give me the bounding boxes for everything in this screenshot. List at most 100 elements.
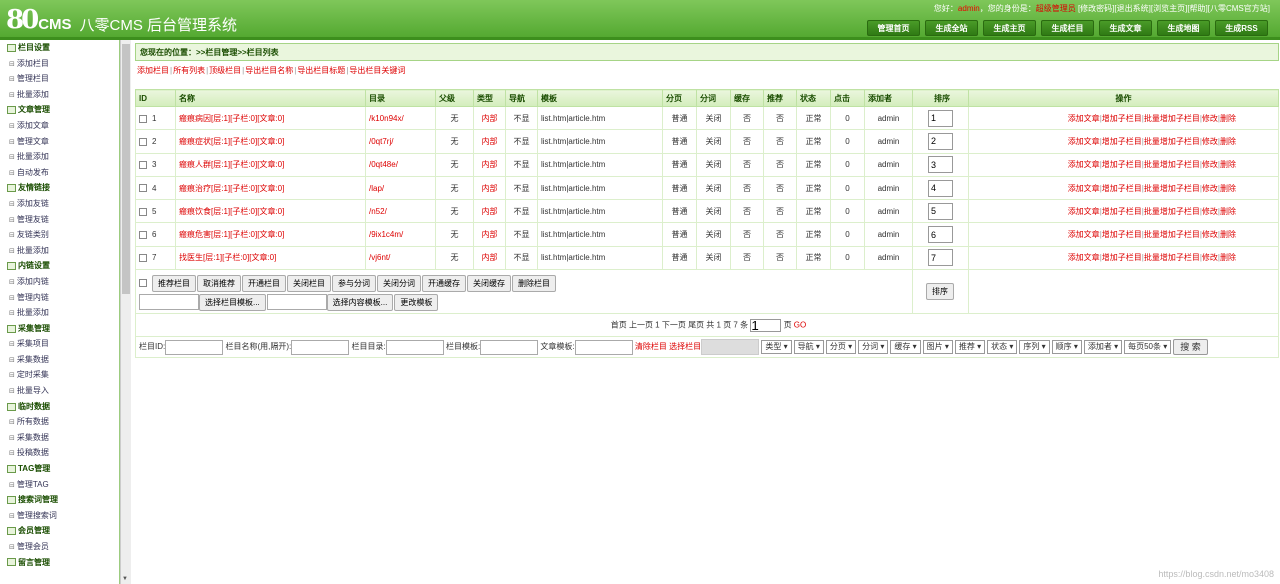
add-subcolumn-link[interactable]: 增加子栏目	[1102, 137, 1142, 146]
nav-generate-site[interactable]: 生成全站	[925, 20, 978, 36]
filter-select[interactable]: 顺序 ▾	[1051, 340, 1082, 355]
add-subcolumn-link[interactable]: 增加子栏目	[1102, 207, 1142, 216]
sort-input[interactable]	[928, 202, 953, 220]
clear-column-link[interactable]: 清除栏目	[635, 342, 667, 351]
add-column-link[interactable]: 添加栏目	[137, 66, 169, 75]
sort-input[interactable]	[928, 226, 953, 244]
batch-add-subcolumn-link[interactable]: 批量增加子栏目	[1144, 137, 1200, 146]
add-article-link[interactable]: 添加文章	[1068, 137, 1100, 146]
sort-input[interactable]	[928, 109, 953, 127]
go-button[interactable]: GO	[794, 320, 806, 329]
edit-link[interactable]: 修改	[1202, 184, 1218, 193]
delete-column-button[interactable]: 删除栏目	[512, 274, 556, 292]
filter-select[interactable]: 分词 ▾	[858, 340, 889, 355]
filter-select[interactable]: 状态 ▾	[987, 340, 1018, 355]
browse-home-link[interactable]: [浏览主页]	[1151, 4, 1187, 13]
delete-link[interactable]: 删除	[1220, 253, 1236, 262]
filter-select[interactable]: 每页50条 ▾	[1124, 340, 1172, 355]
change-password-link[interactable]: [修改密码]	[1078, 4, 1114, 13]
filter-select[interactable]: 添加者 ▾	[1083, 340, 1123, 355]
nav-generate-column[interactable]: 生成栏目	[1041, 20, 1094, 36]
batch-add-subcolumn-link[interactable]: 批量增加子栏目	[1144, 230, 1200, 239]
sidebar-item[interactable]: ⊟ 添加文章	[0, 118, 119, 134]
open-cache-button[interactable]: 开通缓存	[422, 274, 466, 292]
sidebar-group[interactable]: 会员管理	[0, 523, 119, 539]
add-article-link[interactable]: 添加文章	[1068, 184, 1100, 193]
sidebar-item[interactable]: ⊟ 采集项目	[0, 336, 119, 352]
top-column-link[interactable]: 顶级栏目	[209, 66, 241, 75]
all-list-link[interactable]: 所有列表	[173, 66, 205, 75]
filter-select[interactable]: 图片 ▾	[922, 340, 953, 355]
sidebar-group[interactable]: 栏目设置	[0, 40, 119, 56]
sidebar-item[interactable]: ⊟ 管理会员	[0, 539, 119, 555]
column-name-link[interactable]: 瘢痕人群	[179, 160, 211, 169]
filter-select[interactable]: 推荐 ▾	[954, 340, 986, 355]
row-checkbox[interactable]	[139, 254, 147, 263]
recommend-button[interactable]: 推荐栏目	[152, 274, 196, 292]
close-column-button[interactable]: 关闭栏目	[287, 274, 331, 292]
sidebar-item[interactable]: ⊟ 添加栏目	[0, 56, 119, 72]
batch-add-subcolumn-link[interactable]: 批量增加子栏目	[1144, 184, 1200, 193]
sidebar-item[interactable]: ⊟ 友链类别	[0, 227, 119, 243]
add-subcolumn-link[interactable]: 增加子栏目	[1102, 160, 1142, 169]
column-picker-field[interactable]	[701, 339, 760, 356]
nav-admin-home[interactable]: 管理首页	[867, 20, 920, 36]
nav-generate-article[interactable]: 生成文章	[1099, 20, 1152, 36]
edit-link[interactable]: 修改	[1202, 160, 1218, 169]
delete-link[interactable]: 删除	[1220, 160, 1236, 169]
nav-generate-map[interactable]: 生成地图	[1157, 20, 1210, 36]
scroll-thumb[interactable]	[122, 44, 130, 294]
choose-column-template-button[interactable]: 选择栏目模板...	[199, 293, 266, 311]
content-template-field[interactable]	[266, 294, 327, 311]
delete-link[interactable]: 删除	[1220, 137, 1236, 146]
change-template-button[interactable]: 更改模板	[394, 293, 439, 311]
column-id-field[interactable]	[165, 339, 224, 355]
edit-link[interactable]: 修改	[1202, 230, 1218, 239]
column-name-link[interactable]: 瘢痕饮食	[179, 207, 211, 216]
sidebar-item[interactable]: ⊟ 自动发布	[0, 165, 119, 181]
sidebar-item[interactable]: ⊟ 投稿数据	[0, 445, 119, 461]
add-article-link[interactable]: 添加文章	[1068, 160, 1100, 169]
filter-select[interactable]: 分页 ▾	[825, 340, 857, 355]
add-article-link[interactable]: 添加文章	[1068, 230, 1100, 239]
export-keywords-link[interactable]: 导出栏目关键词	[349, 66, 405, 75]
unrecommend-button[interactable]: 取消推荐	[197, 274, 241, 292]
sidebar-group[interactable]: 留言管理	[0, 555, 119, 571]
filter-select[interactable]: 序列 ▾	[1019, 340, 1050, 355]
column-tpl-field[interactable]	[480, 339, 539, 355]
nav-generate-home[interactable]: 生成主页	[983, 20, 1036, 36]
search-button[interactable]: 搜 索	[1173, 339, 1208, 356]
choose-column-link[interactable]: 选择栏目	[669, 342, 701, 351]
export-titles-link[interactable]: 导出栏目标题	[297, 66, 345, 75]
delete-link[interactable]: 删除	[1220, 230, 1236, 239]
close-cache-button[interactable]: 关闭缓存	[467, 274, 511, 292]
filter-select[interactable]: 导航 ▾	[793, 340, 824, 355]
delete-link[interactable]: 删除	[1220, 184, 1236, 193]
column-name-link[interactable]: 瘢痕治疗	[179, 184, 211, 193]
batch-add-subcolumn-link[interactable]: 批量增加子栏目	[1144, 207, 1200, 216]
sidebar-item[interactable]: ⊟ 添加内链	[0, 274, 119, 290]
sidebar-item[interactable]: ⊟ 管理文章	[0, 134, 119, 150]
sort-input[interactable]	[928, 156, 953, 174]
add-article-link[interactable]: 添加文章	[1068, 114, 1100, 123]
sidebar-item[interactable]: ⊟ 管理友链	[0, 212, 119, 228]
sidebar-item[interactable]: ⊟ 批量导入	[0, 383, 119, 399]
edit-link[interactable]: 修改	[1202, 114, 1218, 123]
sidebar-item[interactable]: ⊟ 管理搜索词	[0, 508, 119, 524]
official-site-link[interactable]: [八零CMS官方站]	[1208, 4, 1270, 13]
column-name-link[interactable]: 找医生	[179, 253, 203, 262]
open-column-button[interactable]: 开通栏目	[242, 274, 286, 292]
batch-add-subcolumn-link[interactable]: 批量增加子栏目	[1144, 160, 1200, 169]
row-checkbox[interactable]	[139, 137, 147, 146]
add-article-link[interactable]: 添加文章	[1068, 207, 1100, 216]
filter-select[interactable]: 缓存 ▾	[890, 340, 921, 355]
sidebar-item[interactable]: ⊟ 采集数据	[0, 430, 119, 446]
edit-link[interactable]: 修改	[1202, 137, 1218, 146]
sidebar-item[interactable]: ⊟ 所有数据	[0, 414, 119, 430]
sidebar-item[interactable]: ⊟ 定时采集	[0, 367, 119, 383]
column-dir-field[interactable]	[385, 339, 444, 355]
page-input[interactable]	[750, 318, 782, 332]
sidebar-group[interactable]: 临时数据	[0, 399, 119, 415]
sidebar-group[interactable]: 文章管理	[0, 102, 119, 118]
add-subcolumn-link[interactable]: 增加子栏目	[1102, 184, 1142, 193]
